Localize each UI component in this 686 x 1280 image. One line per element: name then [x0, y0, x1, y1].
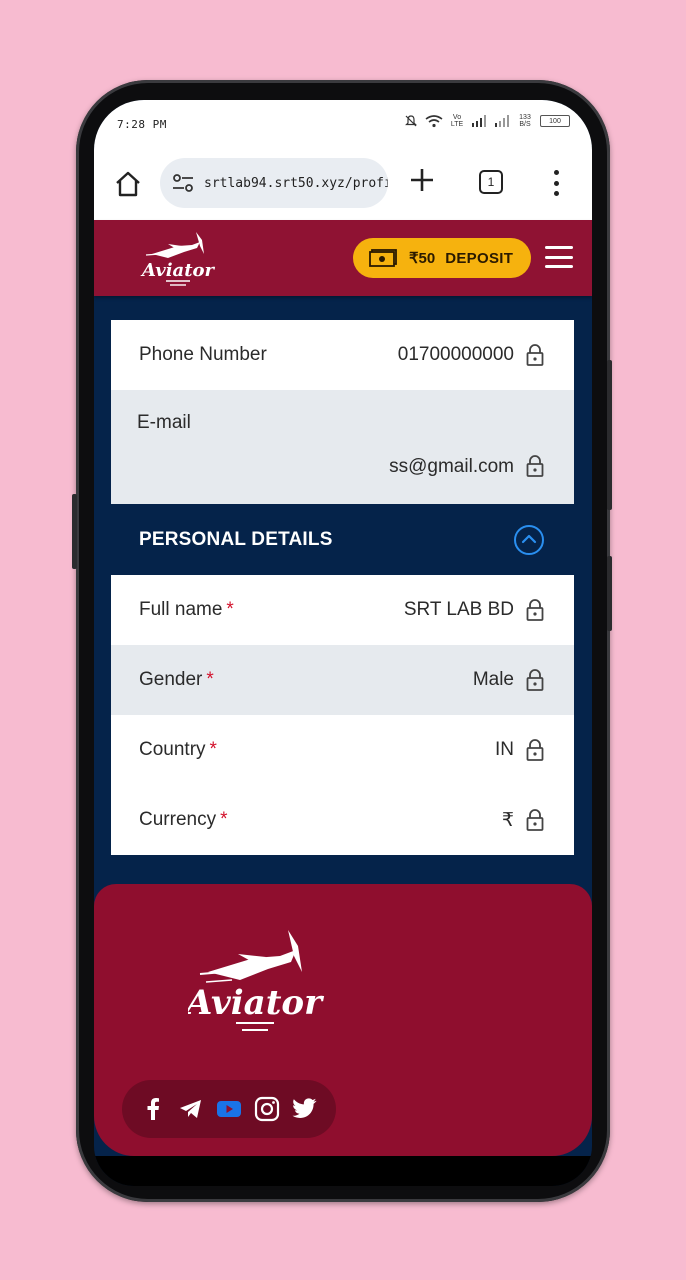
social-links — [122, 1080, 336, 1138]
youtube-icon[interactable] — [216, 1096, 242, 1122]
gesture-bar-area — [94, 1156, 592, 1186]
signal-icon-2 — [495, 115, 509, 127]
lock-icon — [526, 344, 544, 366]
email-row: E-mail ss@gmail.com — [111, 390, 574, 504]
tab-switcher-button[interactable]: 1 — [479, 170, 503, 194]
aviator-logo[interactable]: Aviator — [138, 228, 218, 288]
deposit-label: DEPOSIT — [445, 249, 514, 267]
hamburger-menu-icon[interactable] — [545, 246, 573, 268]
gender-row: Gender * Male — [111, 645, 574, 715]
phone-screen: 7:28 PM Vo LTE 133 B/S 100 srtlab94.srt5… — [94, 100, 592, 1186]
lock-icon — [526, 455, 544, 477]
required-mark: * — [206, 669, 214, 690]
personal-details-header[interactable]: PERSONAL DETAILS — [111, 505, 574, 575]
browser-toolbar: srtlab94.srt50.xyz/profile 1 — [94, 148, 592, 220]
footer-logo-text: Aviator — [188, 983, 324, 1023]
personal-details-card: Full name * SRT LAB BD Gender * Male Count… — [111, 575, 574, 855]
facebook-icon[interactable] — [140, 1096, 166, 1122]
personal-details-title: PERSONAL DETAILS — [139, 529, 333, 550]
new-tab-icon[interactable] — [408, 166, 436, 194]
email-value: ss@gmail.com — [389, 456, 514, 477]
currency-label: Currency — [139, 809, 217, 830]
full-name-value: SRT LAB BD — [403, 599, 514, 620]
battery-icon: 100 — [540, 115, 570, 127]
gender-label: Gender — [139, 669, 203, 690]
full-name-row: Full name * SRT LAB BD — [111, 575, 574, 645]
aviator-logo-text: Aviator — [140, 260, 216, 281]
network-speed: 133 B/S — [519, 114, 531, 128]
address-bar[interactable]: srtlab94.srt50.xyz/profile — [160, 158, 388, 208]
power-button — [607, 360, 612, 510]
lock-icon — [526, 599, 544, 621]
status-icons: Vo LTE 133 B/S 100 — [404, 114, 570, 128]
volume-button — [607, 556, 612, 631]
country-value: IN — [495, 739, 514, 760]
required-mark: * — [209, 739, 217, 760]
mute-bell-icon — [405, 115, 417, 127]
chevron-up-icon[interactable] — [514, 525, 544, 555]
required-mark: * — [226, 599, 234, 620]
phone-number-value: 01700000000 — [397, 344, 514, 365]
contact-card: Phone Number 01700000000 E-mail ss@gmail… — [111, 320, 574, 504]
lock-icon — [526, 809, 544, 831]
currency-value: ₹ — [501, 809, 514, 831]
lock-icon — [526, 739, 544, 761]
lock-icon — [526, 669, 544, 691]
more-menu-icon[interactable] — [552, 170, 560, 196]
email-label: E-mail — [137, 412, 191, 433]
telegram-icon[interactable] — [178, 1096, 204, 1122]
required-mark: * — [220, 809, 228, 830]
home-icon[interactable] — [114, 170, 142, 198]
volte-indicator: Vo LTE — [450, 114, 464, 128]
phone-number-row: Phone Number 01700000000 — [111, 320, 574, 390]
side-key — [72, 494, 77, 569]
site-footer: Aviator — [94, 884, 592, 1156]
instagram-icon[interactable] — [254, 1096, 280, 1122]
deposit-button[interactable]: ₹50 DEPOSIT — [353, 238, 531, 278]
url-text: srtlab94.srt50.xyz/profile — [204, 175, 388, 191]
twitter-icon[interactable] — [292, 1096, 318, 1122]
status-time: 7:28 PM — [117, 118, 167, 131]
app-header: Aviator ₹50 DEPOSIT — [94, 220, 592, 296]
full-name-label: Full name — [139, 599, 223, 620]
deposit-amount: ₹50 — [409, 250, 436, 267]
status-bar: 7:28 PM Vo LTE 133 B/S 100 — [94, 100, 592, 148]
country-row: Country * IN — [111, 715, 574, 785]
gender-value: Male — [472, 669, 514, 690]
signal-icon — [472, 115, 486, 127]
country-label: Country — [139, 739, 206, 760]
currency-row: Currency * ₹ — [111, 785, 574, 855]
aviator-footer-logo[interactable]: Aviator — [188, 924, 328, 1039]
wifi-icon — [425, 115, 443, 128]
cash-icon — [369, 249, 397, 267]
phone-number-label: Phone Number — [139, 344, 267, 365]
site-settings-icon[interactable] — [172, 174, 194, 192]
